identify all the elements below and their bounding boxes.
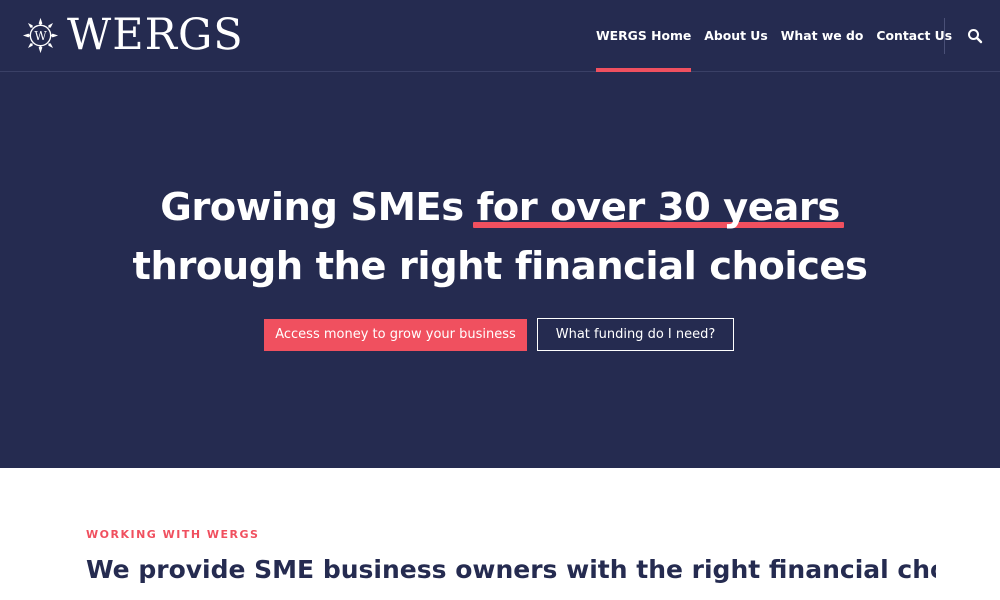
funding-question-button[interactable]: What funding do I need? (537, 318, 734, 351)
headline-part1: Growing SMEs (160, 185, 477, 230)
logo-mark-icon: W (22, 17, 59, 53)
nav-item-home[interactable]: WERGS Home (596, 0, 692, 72)
site-header: W WERGS WERGS Home About Us What we do C… (0, 0, 1000, 72)
section-intro: We provide SME business owners with the … (86, 555, 936, 584)
nav-item-about-us[interactable]: About Us (704, 0, 767, 72)
headline-line2: through the right financial choices (132, 244, 868, 289)
hero-section: W WERGS WERGS Home About Us What we do C… (0, 0, 1000, 468)
nav-item-what-we-do[interactable]: What we do (781, 0, 864, 72)
brand-name: WERGS (67, 10, 244, 60)
section-eyebrow: WORKING WITH WERGS (86, 528, 260, 541)
main-nav: WERGS Home About Us What we do Contact U… (596, 0, 965, 72)
nav-item-contact-us[interactable]: Contact Us (876, 0, 952, 72)
logo[interactable]: W WERGS (22, 10, 244, 60)
cta-row: Access money to grow your business What … (264, 318, 734, 351)
svg-text:W: W (34, 29, 47, 43)
nav-divider (944, 18, 945, 54)
access-money-button[interactable]: Access money to grow your business (264, 319, 527, 351)
headline-highlight: for over 30 years (472, 178, 845, 237)
hero-headline: Growing SMEs for over 30 years through t… (0, 178, 1000, 296)
search-icon[interactable] (966, 27, 984, 45)
